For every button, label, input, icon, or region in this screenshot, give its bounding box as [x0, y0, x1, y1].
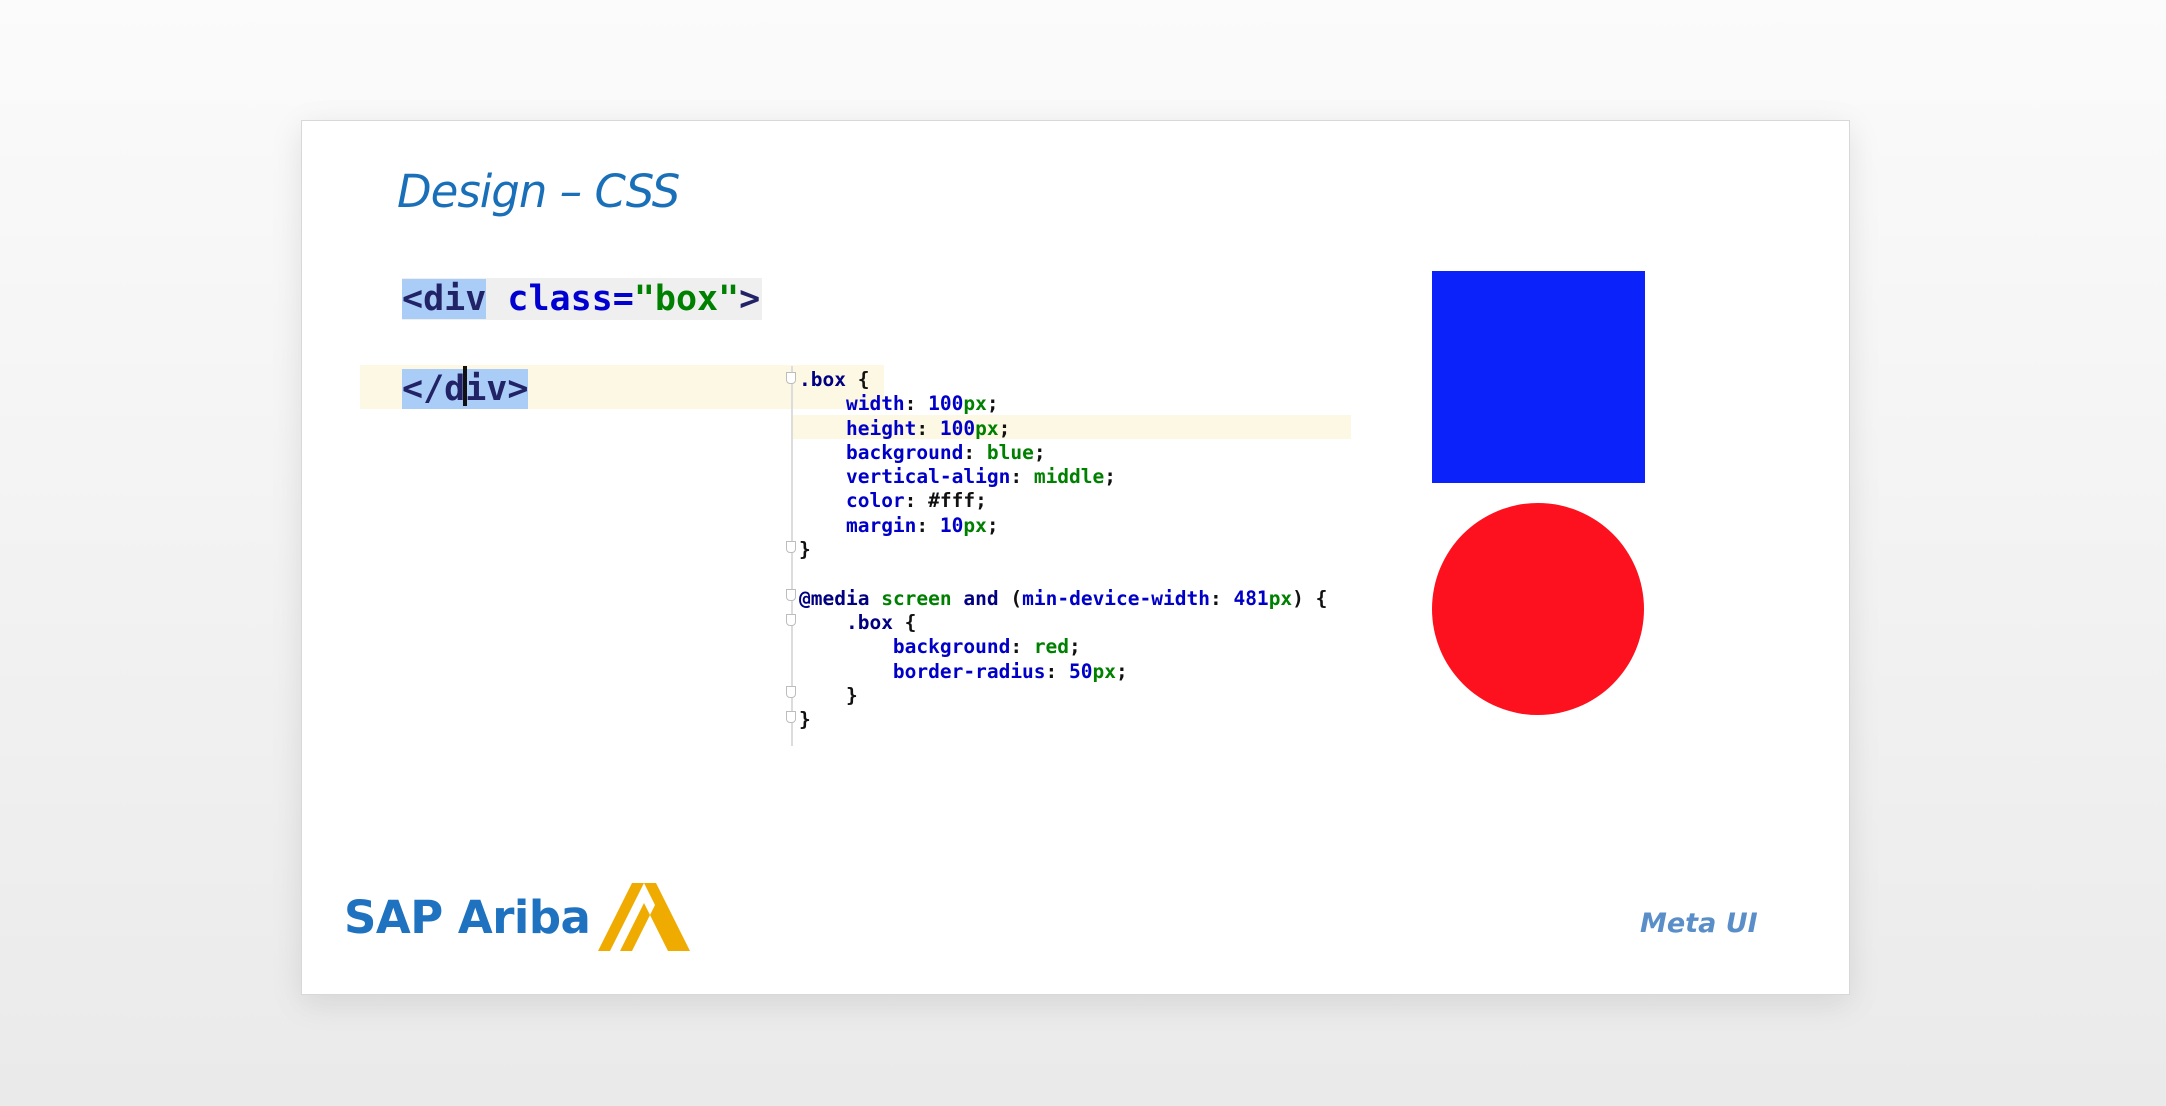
- code-line: margin: 10px;: [845, 513, 999, 537]
- code-line: background: red;: [892, 635, 1081, 659]
- html-close-end: iv>: [465, 369, 529, 409]
- css-number: 481: [1233, 586, 1269, 610]
- fold-icon[interactable]: [786, 711, 796, 723]
- slide-title: Design – CSS: [397, 165, 680, 218]
- html-open-tag-line: <div class="box">: [402, 278, 763, 320]
- css-media-type: screen: [881, 586, 952, 610]
- code-line: .box {: [799, 368, 1327, 392]
- code-line: }: [799, 708, 1327, 732]
- css-value: red: [1033, 635, 1070, 659]
- code-line: border-radius: 50px;: [892, 659, 1128, 683]
- fold-icon[interactable]: [786, 541, 796, 553]
- html-attr-value: "box": [633, 279, 740, 319]
- css-property: margin: [845, 513, 917, 537]
- css-unit: px: [975, 416, 999, 440]
- code-line: vertical-align: middle;: [845, 465, 1117, 489]
- css-media-feature: min-device-width: [1022, 586, 1210, 610]
- css-keyword: and: [963, 586, 999, 610]
- css-property: width: [845, 392, 905, 416]
- ariba-chevron-icon: [598, 883, 691, 951]
- code-line: height: 100px;: [845, 416, 1011, 440]
- css-code: .box { width: 100px; height: 100px; back…: [799, 368, 1327, 732]
- css-selector: .box: [799, 368, 846, 391]
- code-line: width: 100px;: [845, 392, 999, 416]
- red-circle-demo: [1432, 503, 1644, 715]
- css-code-editor: .box { width: 100px; height: 100px; back…: [786, 366, 1351, 746]
- css-brace: {: [845, 368, 870, 391]
- code-line: background: blue;: [845, 440, 1046, 464]
- css-property: background: [892, 635, 1011, 659]
- css-property: border-radius: [892, 659, 1046, 683]
- css-at-rule: @media: [799, 586, 870, 610]
- css-brace: }: [799, 708, 811, 732]
- css-value: blue: [986, 440, 1034, 464]
- fold-icon[interactable]: [786, 589, 796, 601]
- css-property: height: [845, 416, 917, 440]
- css-value: middle: [1033, 465, 1105, 489]
- html-attr-name: class=: [507, 279, 634, 319]
- css-number: 100: [939, 416, 976, 440]
- code-line: }: [799, 538, 1327, 562]
- logo-text: SAP Ariba: [344, 890, 591, 944]
- css-unit: px: [963, 513, 987, 537]
- css-brace: }: [799, 538, 811, 562]
- html-open-tag: <div: [402, 279, 487, 319]
- code-line: color: #fff;: [845, 489, 987, 513]
- css-unit: px: [1268, 586, 1293, 610]
- footer-meta-ui: Meta UI: [1640, 908, 1758, 939]
- html-close-tag-line: </div>: [402, 366, 529, 410]
- fold-icon[interactable]: [786, 372, 796, 384]
- html-close-start: </d: [402, 369, 466, 409]
- css-value: #fff: [928, 489, 976, 513]
- blue-square-demo: [1432, 271, 1645, 483]
- css-brace: }: [845, 683, 858, 707]
- css-selector: .box: [845, 610, 893, 634]
- css-unit: px: [963, 392, 987, 416]
- css-number: 50: [1069, 659, 1093, 683]
- css-number: 10: [939, 513, 964, 537]
- slide: Design – CSS <div class="box"> </div> .b…: [301, 120, 1850, 995]
- code-line: @media screen and (min-device-width: 481…: [799, 586, 1328, 610]
- css-property: color: [845, 489, 905, 513]
- code-line: .box {: [845, 610, 917, 634]
- css-unit: px: [1092, 659, 1116, 683]
- css-property: background: [845, 440, 964, 464]
- fold-icon[interactable]: [786, 686, 796, 698]
- html-open-end: >: [739, 279, 761, 319]
- html-close-tag: </div>: [402, 366, 529, 409]
- css-number: 100: [928, 392, 964, 416]
- css-property: vertical-align: [845, 465, 1011, 489]
- code-line: }: [799, 684, 1327, 708]
- fold-icon[interactable]: [786, 614, 796, 626]
- sap-ariba-logo: SAP Ariba: [344, 883, 691, 951]
